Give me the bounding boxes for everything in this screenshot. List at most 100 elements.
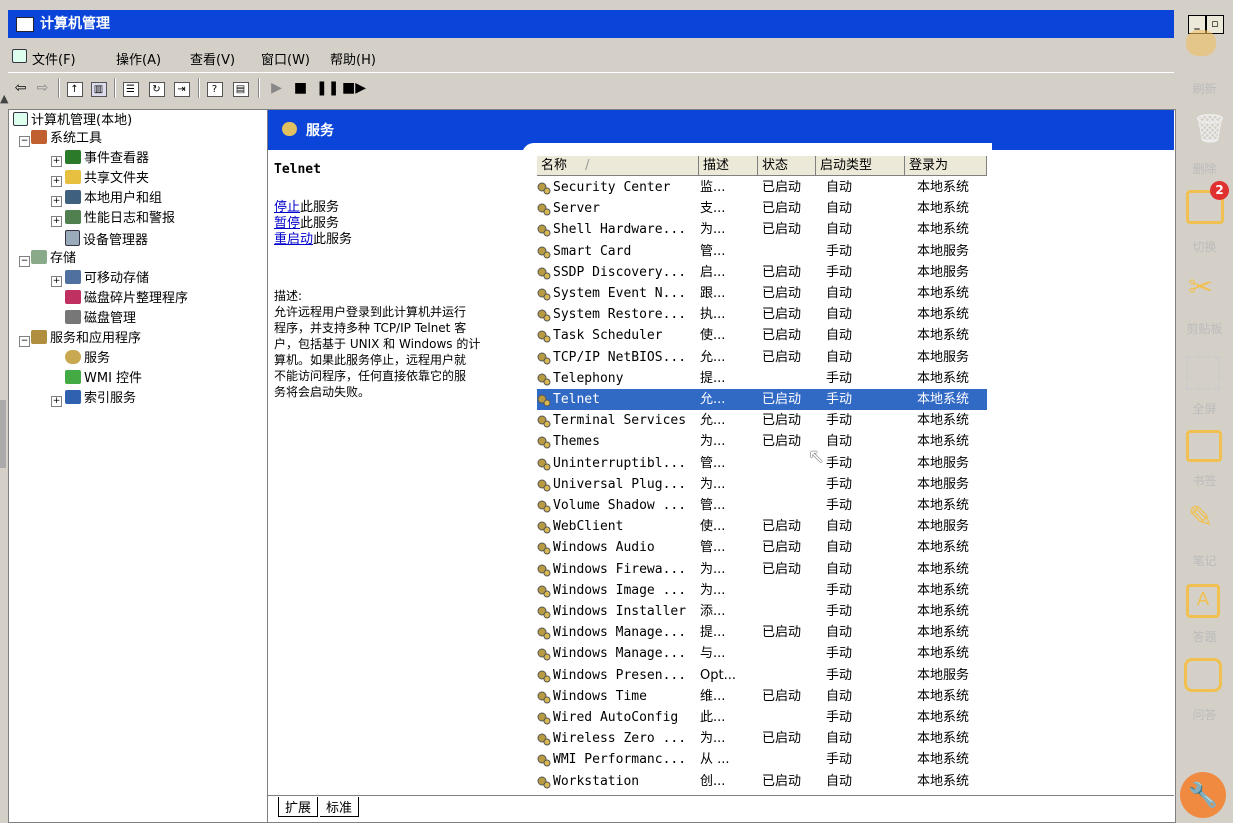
- service-row[interactable]: Telephony 提... 手动 本地系统: [537, 368, 987, 389]
- service-row[interactable]: Server 支... 已启动 自动 本地系统: [537, 198, 987, 219]
- refresh-label[interactable]: 刷新: [1176, 80, 1233, 97]
- tree-services-apps[interactable]: 服务和应用程序: [31, 330, 141, 348]
- menu-file[interactable]: 文件(F): [32, 49, 76, 68]
- collapse-icon[interactable]: −: [19, 256, 30, 267]
- service-row[interactable]: Wireless Zero ... 为... 已启动 自动 本地系统: [537, 728, 987, 749]
- service-row[interactable]: Windows Manage... 与... 手动 本地系统: [537, 643, 987, 664]
- service-row[interactable]: Windows Manage... 提... 已启动 自动 本地系统: [537, 622, 987, 643]
- column-header-status[interactable]: 状态: [758, 156, 816, 176]
- stop-service-icon[interactable]: ■: [292, 80, 309, 96]
- service-row[interactable]: Windows Time 维... 已启动 自动 本地系统: [537, 686, 987, 707]
- service-row[interactable]: Uninterruptibl... 管... 手动 本地服务: [537, 453, 987, 474]
- service-row[interactable]: Task Scheduler 使... 已启动 自动 本地系统: [537, 325, 987, 346]
- service-row[interactable]: TCP/IP NetBIOS... 允... 已启动 自动 本地服务: [537, 347, 987, 368]
- expand-icon[interactable]: +: [51, 276, 62, 287]
- question-label[interactable]: 答题: [1176, 628, 1233, 645]
- collapse-icon[interactable]: −: [19, 336, 30, 347]
- answer-icon[interactable]: A: [1186, 584, 1220, 618]
- trash-icon[interactable]: 🗑: [1192, 112, 1228, 145]
- scissors-icon[interactable]: ✂: [1188, 270, 1213, 305]
- service-row[interactable]: Wired AutoConfig 此... 手动 本地系统: [537, 707, 987, 728]
- tab-extended[interactable]: 扩展: [278, 797, 319, 817]
- menu-action[interactable]: 操作(A): [116, 49, 161, 68]
- system-menu-icon[interactable]: [12, 49, 27, 63]
- column-header-startup-type[interactable]: 启动类型: [816, 156, 905, 176]
- properties-icon[interactable]: ☰: [122, 82, 139, 97]
- tree-local-users[interactable]: 本地用户和组: [65, 190, 162, 208]
- menu-help[interactable]: 帮助(H): [330, 49, 376, 68]
- collapse-icon[interactable]: −: [19, 136, 30, 147]
- tree-removable-storage[interactable]: 可移动存储: [65, 270, 149, 288]
- up-level-icon[interactable]: ↑: [66, 82, 83, 97]
- tree-storage[interactable]: 存储: [31, 250, 76, 268]
- pause-service-link[interactable]: 暂停: [274, 216, 300, 231]
- scrollbar-thumb[interactable]: [0, 400, 6, 468]
- menu-view[interactable]: 查看(V): [190, 49, 235, 68]
- tree-disk-management[interactable]: 磁盘管理: [65, 310, 136, 328]
- help-icon[interactable]: ?: [206, 82, 223, 97]
- show-tree-icon[interactable]: ▥: [90, 82, 107, 97]
- service-row[interactable]: Universal Plug... 为... 手动 本地服务: [537, 474, 987, 495]
- pause-service-icon[interactable]: ❚❚: [316, 80, 339, 96]
- service-row[interactable]: Terminal Services 允... 已启动 手动 本地系统: [537, 410, 987, 431]
- stop-service-link[interactable]: 停止: [274, 200, 300, 215]
- pencil-icon[interactable]: ✎: [1188, 500, 1213, 535]
- refresh-icon[interactable]: [1186, 30, 1216, 56]
- delete-label[interactable]: 删除: [1176, 160, 1233, 177]
- expand-icon[interactable]: +: [51, 396, 62, 407]
- column-header-name[interactable]: 名称 /: [537, 156, 699, 176]
- clipboard-label[interactable]: 剪贴板: [1176, 320, 1233, 337]
- tab-standard[interactable]: 标准: [320, 797, 360, 817]
- fullscreen-icon[interactable]: [1186, 356, 1220, 390]
- fullscreen-label[interactable]: 全屏: [1176, 400, 1233, 417]
- bookmark-label[interactable]: 书签: [1176, 472, 1233, 489]
- bookmark-icon[interactable]: [1186, 430, 1222, 462]
- service-row[interactable]: WebClient 使... 已启动 自动 本地服务: [537, 516, 987, 537]
- switch-label[interactable]: 切换: [1176, 238, 1233, 255]
- service-row[interactable]: Windows Firewa... 为... 已启动 自动 本地系统: [537, 559, 987, 580]
- restart-service-link[interactable]: 重启动: [274, 232, 313, 247]
- tools-wrench-icon[interactable]: 🔧: [1180, 772, 1226, 818]
- qa-label[interactable]: 问答: [1176, 706, 1233, 723]
- tree-root[interactable]: 计算机管理(本地): [13, 112, 132, 130]
- column-header-description[interactable]: 描述: [699, 156, 758, 176]
- menu-window[interactable]: 窗口(W): [261, 49, 310, 68]
- service-row[interactable]: Volume Shadow ... 管... 手动 本地系统: [537, 495, 987, 516]
- tree-system-tools[interactable]: 系统工具: [31, 130, 102, 148]
- service-row[interactable]: Telnet 允... 已启动 手动 本地系统: [537, 389, 987, 410]
- service-row[interactable]: Shell Hardware... 为... 已启动 自动 本地系统: [537, 219, 987, 240]
- tree-indexing[interactable]: 索引服务: [65, 390, 136, 408]
- tree-defrag[interactable]: 磁盘碎片整理程序: [65, 290, 188, 308]
- scroll-up-icon[interactable]: ▲: [0, 92, 8, 105]
- forward-icon[interactable]: ⇨: [34, 80, 51, 96]
- refresh-list-icon[interactable]: ↻: [148, 82, 165, 97]
- console-icon[interactable]: ▤: [232, 82, 249, 97]
- service-row[interactable]: Windows Audio 管... 已启动 自动 本地系统: [537, 537, 987, 558]
- service-row[interactable]: System Event N... 跟... 已启动 自动 本地系统: [537, 283, 987, 304]
- service-row[interactable]: Workstation 创... 已启动 自动 本地系统: [537, 771, 987, 792]
- tree-services[interactable]: 服务: [65, 350, 110, 368]
- restart-service-icon[interactable]: ■▶: [342, 80, 366, 96]
- back-icon[interactable]: ⇦: [12, 80, 29, 96]
- tree-perf-logs[interactable]: 性能日志和警报: [65, 210, 175, 228]
- tree-device-manager[interactable]: 设备管理器: [65, 230, 148, 248]
- service-row[interactable]: System Restore... 执... 已启动 自动 本地系统: [537, 304, 987, 325]
- expand-icon[interactable]: +: [51, 196, 62, 207]
- expand-icon[interactable]: +: [51, 156, 62, 167]
- service-row[interactable]: Smart Card 管... 手动 本地服务: [537, 241, 987, 262]
- tree-wmi[interactable]: WMI 控件: [65, 370, 142, 388]
- note-label[interactable]: 笔记: [1176, 552, 1233, 569]
- service-row[interactable]: WMI Performanc... 从 ... 手动 本地系统: [537, 749, 987, 770]
- tree-event-viewer[interactable]: 事件查看器: [65, 150, 149, 168]
- column-header-logon-as[interactable]: 登录为: [905, 156, 987, 176]
- service-row[interactable]: Windows Presen... Opt... 手动 本地服务: [537, 665, 987, 686]
- service-row[interactable]: Security Center 监... 已启动 自动 本地系统: [537, 177, 987, 198]
- service-row[interactable]: Themes 为... 已启动 自动 本地系统: [537, 431, 987, 452]
- expand-icon[interactable]: +: [51, 216, 62, 227]
- service-row[interactable]: Windows Installer 添... 手动 本地系统: [537, 601, 987, 622]
- start-service-icon[interactable]: ▶: [268, 80, 285, 96]
- export-list-icon[interactable]: ⇥: [173, 82, 190, 97]
- service-row[interactable]: SSDP Discovery... 启... 已启动 手动 本地服务: [537, 262, 987, 283]
- expand-icon[interactable]: +: [51, 176, 62, 187]
- service-row[interactable]: Windows Image ... 为... 手动 本地系统: [537, 580, 987, 601]
